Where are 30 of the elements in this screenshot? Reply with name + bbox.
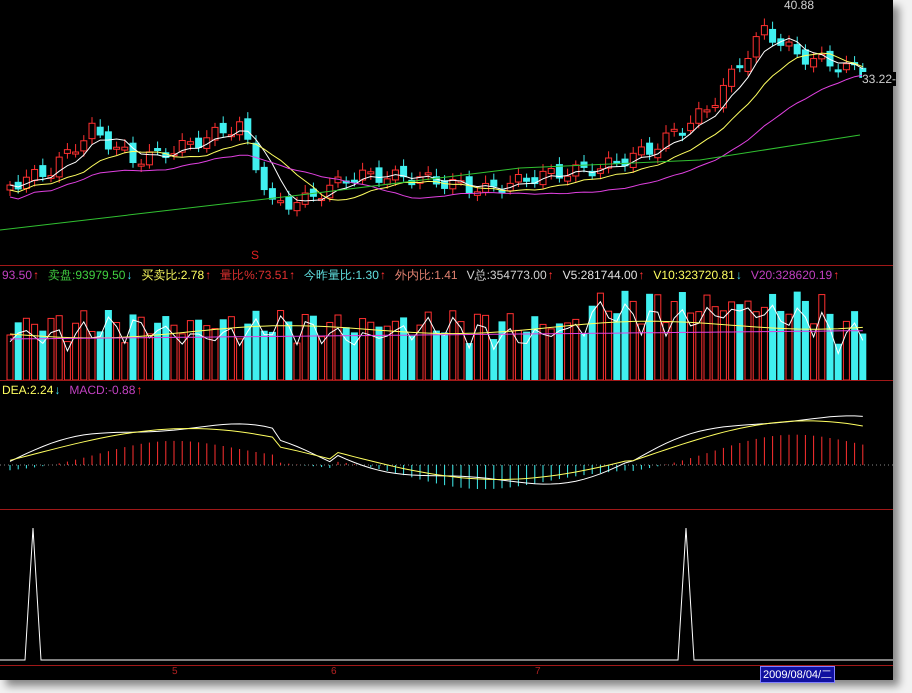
price-high-label: 40.88: [784, 0, 814, 12]
indicator-reading: 卖盘:93979.50: [48, 266, 126, 284]
date-label: 2009/08/04/二: [760, 666, 836, 683]
indicator-reading: 93.50: [2, 268, 32, 282]
indicator-reading: V5:281744.00: [562, 268, 638, 282]
indicator-reading: V20:328620.19: [750, 268, 832, 282]
indicator-reading: MACD:-0.88: [69, 383, 136, 397]
up-arrow: ↑: [289, 268, 296, 282]
up-arrow: ↑: [33, 268, 40, 282]
axis-label: 5: [172, 666, 178, 677]
axis-label: 6: [331, 666, 337, 677]
indicator-reading: DEA:2.24: [2, 383, 54, 397]
down-arrow: ↓: [126, 268, 132, 282]
down-arrow: ↓: [54, 383, 60, 397]
up-arrow: ↑: [136, 383, 142, 397]
up-arrow: ↑: [833, 268, 840, 282]
axis-label: 7: [535, 666, 541, 677]
up-arrow: ↑: [380, 268, 386, 282]
signal-marker: S: [251, 248, 260, 262]
indicator-reading: V总:354773.00: [466, 266, 547, 284]
up-arrow: ↑: [205, 268, 212, 282]
indicator-reading: 今昨量比:1.30: [304, 266, 379, 284]
indicator-reading: V10:323720.81: [653, 268, 735, 282]
indicator-reading: 量比%:73.51: [220, 266, 288, 284]
indicator-reading: 外内比:1.41: [394, 266, 458, 284]
up-arrow: ↑: [548, 268, 554, 282]
up-arrow: ↑: [638, 268, 644, 282]
down-arrow: ↓: [736, 268, 742, 282]
price-last-label: 33.22-: [862, 72, 896, 86]
indicator-reading: 买卖比:2.78: [141, 266, 204, 284]
